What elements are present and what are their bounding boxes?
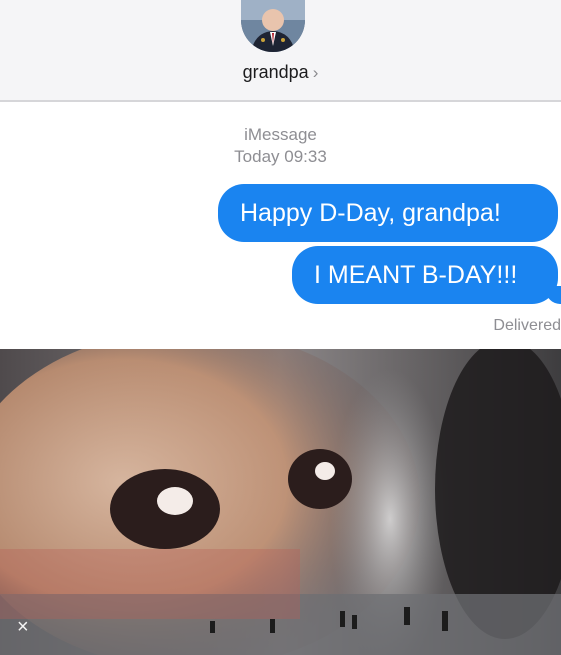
thread-meta: iMessage Today 09:33 [0,124,561,168]
delivery-status: Delivered [493,317,561,334]
contact-name: grandpa [242,62,309,82]
meme-image [0,349,561,655]
service-label: iMessage [244,125,317,144]
contact-avatar[interactable] [241,0,305,52]
contact-name-button[interactable]: grandpa › [0,62,561,83]
meme-image-icon [0,349,561,655]
message-bubble[interactable]: Happy D-Day, grandpa! [218,184,558,242]
avatar-photo-icon [241,0,305,52]
close-icon[interactable]: × [17,616,29,639]
chevron-right-icon: › [312,63,319,82]
message-text: I MEANT B-DAY!!! [314,261,518,289]
message-bubble[interactable]: I MEANT B-DAY!!! [292,246,561,304]
conversation-header: grandpa › [0,0,561,102]
timestamp: Today 09:33 [234,147,327,166]
message-text: Happy D-Day, grandpa! [240,199,501,227]
bubble-tail [546,286,561,304]
